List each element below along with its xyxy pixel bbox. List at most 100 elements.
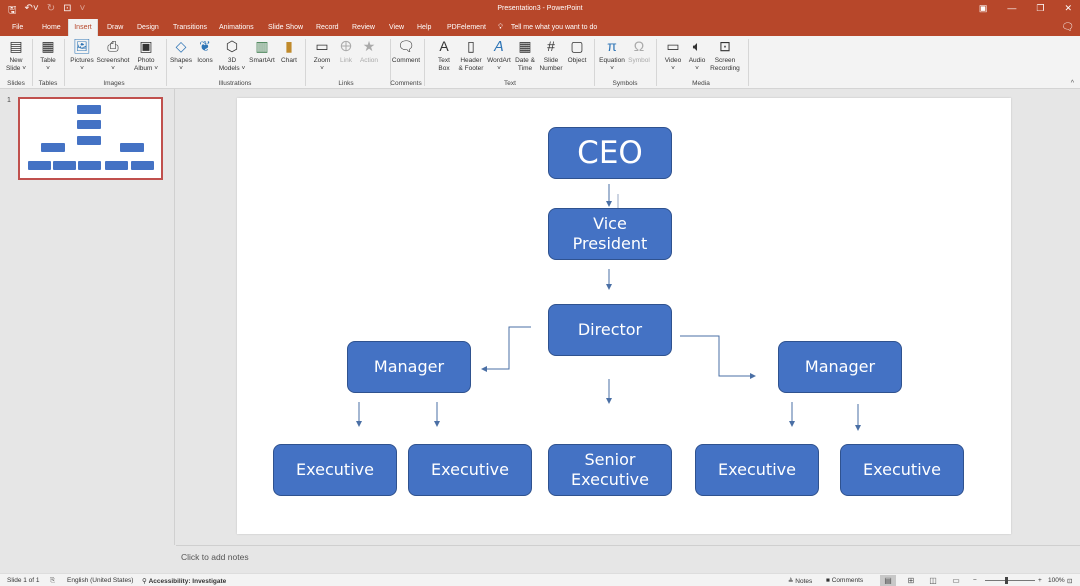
slideshow-view-icon[interactable]: ▭ <box>948 575 964 586</box>
symbol-button[interactable]: Ω Symbol <box>621 38 657 65</box>
fit-to-window-icon[interactable]: ⊡ <box>1067 577 1072 585</box>
close-icon[interactable]: ✕ <box>1064 3 1072 14</box>
collapse-ribbon-icon[interactable]: ^ <box>1071 80 1074 87</box>
tab-view[interactable]: View <box>385 19 408 36</box>
group-label-media: Media <box>692 80 710 87</box>
minimize-icon[interactable]: — <box>1007 3 1016 14</box>
group-separator <box>748 39 749 86</box>
chart-button[interactable]: ▮ Chart <box>271 38 307 65</box>
photo-album-icon: ▣ <box>139 38 153 54</box>
lightbulb-icon: 💡︎ <box>498 24 503 31</box>
status-bar: Slide 1 of 1 ⎘ English (United States) ⚲… <box>0 573 1080 586</box>
slide-sorter-view-icon[interactable]: ⊞ <box>903 575 919 586</box>
notes-toggle[interactable]: ≜ Notes <box>788 577 812 585</box>
zoom-slider-thumb[interactable] <box>1005 577 1008 584</box>
smartart-icon: ▥ <box>255 38 269 54</box>
ribbon-button-label: Symbol <box>628 57 650 64</box>
slide-number: 1 <box>7 97 11 104</box>
text-box-icon: A <box>439 38 449 54</box>
accessibility-status[interactable]: ⚲ Accessibility: Investigate <box>142 577 226 585</box>
reading-view-icon[interactable]: ◫ <box>925 575 941 586</box>
node-manager-left[interactable]: Manager <box>347 341 471 393</box>
node-executive-1[interactable]: Executive <box>273 444 397 496</box>
tab-transitions[interactable]: Transitions <box>169 19 211 36</box>
table-button[interactable]: ▦ Table ˅ <box>30 38 66 73</box>
thumb-node <box>77 136 101 145</box>
zoom-out-icon[interactable]: − <box>973 577 977 584</box>
ribbon-button-label: New Slide ˅ <box>5 57 27 72</box>
screen-recording-icon: ⊡ <box>719 38 731 54</box>
new-slide-button[interactable]: ▤ New Slide ˅ <box>0 38 34 73</box>
slide-counter: Slide 1 of 1 <box>7 577 40 584</box>
icons-icon: ❦ <box>199 38 211 54</box>
slide-number-icon: # <box>547 38 555 54</box>
tab-draw[interactable]: Draw <box>103 19 127 36</box>
ribbon-button-label: Table ˅ <box>40 57 56 72</box>
node-executive-3[interactable]: Executive <box>695 444 819 496</box>
ribbon-button-label: Screen Recording <box>710 57 740 72</box>
notes-pane[interactable]: Click to add notes <box>176 545 1080 572</box>
thumb-node <box>105 161 128 170</box>
ribbon-button-label: Comment <box>391 57 421 64</box>
tab-pdfelement[interactable]: PDFelement <box>443 19 490 36</box>
normal-view-icon[interactable]: ▤ <box>880 575 896 586</box>
node-executive-2[interactable]: Executive <box>408 444 532 496</box>
zoom-level[interactable]: 100% <box>1048 577 1065 584</box>
zoom-slider[interactable] <box>985 580 1035 581</box>
spelling-icon[interactable]: ⎘ <box>50 577 55 585</box>
ribbon-button-label: Screenshot ˅ <box>96 57 130 72</box>
ribbon-display-options-icon[interactable]: ▣ <box>979 3 988 14</box>
ribbon-button-label: Chart <box>281 57 297 64</box>
comments-toggle[interactable]: ■ Comments <box>826 577 863 584</box>
thumb-node <box>41 143 65 152</box>
thumb-node <box>77 105 101 114</box>
slide-thumbnail-1[interactable] <box>18 97 163 180</box>
thumb-node <box>78 161 101 170</box>
tab-insert[interactable]: Insert <box>68 19 98 36</box>
tab-help[interactable]: Help <box>413 19 435 36</box>
node-vice-president[interactable]: Vice President <box>548 208 672 260</box>
language-status[interactable]: English (United States) <box>67 577 133 584</box>
slide-thumbnail-pane: 1 <box>0 89 175 545</box>
group-label-images: Images <box>103 80 125 87</box>
action-button[interactable]: ★ Action <box>351 38 387 65</box>
comments-pane-icon[interactable]: 🗨︎ <box>1061 22 1074 33</box>
title-bar: 🖫 ↶˅ ↻ ⊡ ˅ Presentation3 - PowerPoint ▣ … <box>0 0 1080 19</box>
object-button[interactable]: ▢ Object <box>559 38 595 65</box>
group-label-links: Links <box>338 80 354 87</box>
screenshot-icon: ⎙ <box>107 38 119 54</box>
tab-review[interactable]: Review <box>348 19 379 36</box>
tab-design[interactable]: Design <box>133 19 163 36</box>
node-director[interactable]: Director <box>548 304 672 356</box>
group-label-text: Text <box>504 80 516 87</box>
tab-file[interactable]: File <box>8 19 27 36</box>
3d-models-icon: ⬡ <box>225 38 239 54</box>
comment-button[interactable]: 🗨︎ Comment <box>388 38 424 65</box>
group-label-tables: Tables <box>38 80 58 87</box>
ribbon-button-label: Photo Album ˅ <box>133 57 159 72</box>
wordart-icon: 𝘈 <box>494 38 504 54</box>
photo-album-button[interactable]: ▣ Photo Album ˅ <box>128 38 164 73</box>
node-ceo[interactable]: CEO <box>548 127 672 179</box>
thumb-node <box>131 161 154 170</box>
tab-slide-show[interactable]: Slide Show <box>264 19 307 36</box>
table-icon: ▦ <box>41 38 55 54</box>
thumb-node <box>28 161 51 170</box>
audio-icon: 🔈︎ <box>692 38 702 54</box>
ribbon-button-label: 3D Models ˅ <box>218 57 246 72</box>
tab-record[interactable]: Record <box>312 19 343 36</box>
header-footer-icon: ▯ <box>467 38 475 54</box>
node-manager-right[interactable]: Manager <box>778 341 902 393</box>
thumb-node <box>53 161 76 170</box>
zoom-in-icon[interactable]: + <box>1038 577 1042 584</box>
tab-home[interactable]: Home <box>38 19 65 36</box>
node-executive-4[interactable]: Executive <box>840 444 964 496</box>
tab-animations[interactable]: Animations <box>215 19 258 36</box>
tell-me-search[interactable]: 💡︎ Tell me what you want to do <box>498 19 597 36</box>
screen-recording-button[interactable]: ⊡ Screen Recording <box>707 38 743 73</box>
slide[interactable]: CEO Vice President Director Manager Mana… <box>237 98 1011 534</box>
restore-icon[interactable]: ❐ <box>1036 3 1044 14</box>
node-senior-executive[interactable]: Senior Executive <box>548 444 672 496</box>
screenshot-button[interactable]: ⎙ Screenshot ˅ <box>95 38 131 73</box>
ribbon-button-label: Text Box <box>438 57 450 72</box>
